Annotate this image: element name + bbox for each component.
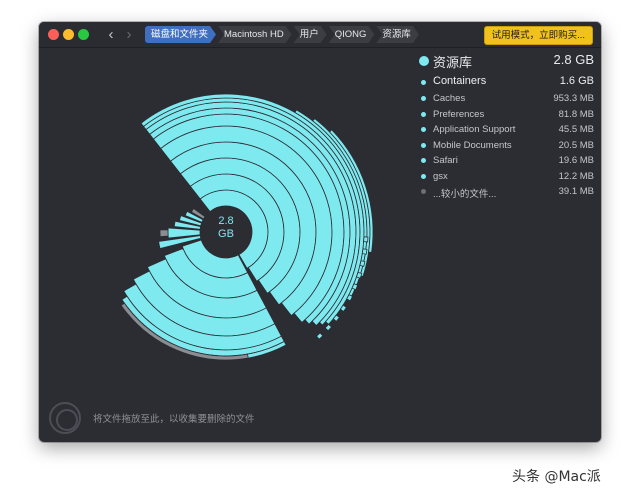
breadcrumb-disks-folders[interactable]: 磁盘和文件夹 [145, 26, 216, 43]
forward-arrow-icon[interactable]: › [121, 26, 137, 43]
legend-item-name: ...较小的文件... [433, 189, 497, 200]
legend-panel: 资源库 2.8 GB Containers 1.6 GB Caches 953.… [419, 52, 594, 200]
legend-item-dot [421, 189, 426, 194]
legend-item-size: 12.2 MB [558, 170, 594, 182]
legend-item-containers[interactable]: Containers 1.6 GB [419, 74, 594, 91]
legend-item-name: Safari [433, 155, 458, 166]
breadcrumb-qiong[interactable]: QIONG [329, 26, 375, 43]
center-unit: GB [218, 228, 234, 240]
buy-now-button[interactable]: 试用模式，立即购买... [483, 26, 593, 45]
back-arrow-icon[interactable]: ‹ [103, 26, 119, 43]
legend-item-size: 19.6 MB [558, 155, 594, 166]
legend-item-name: Caches [433, 93, 466, 104]
legend-item-caches[interactable]: Caches 953.3 MB [419, 91, 594, 107]
legend-item-name: Containers [433, 75, 487, 87]
center-value: 2.8 [218, 215, 234, 227]
collection-drop-icon[interactable] [49, 402, 81, 434]
sunburst-segment-fine[interactable] [355, 271, 363, 279]
sunburst-segment-fine[interactable] [361, 248, 368, 255]
legend-item-preferences[interactable]: Preferences 81.8 MB [419, 107, 594, 123]
breadcrumb-macintosh-hd[interactable]: Macintosh HD [218, 26, 292, 43]
legend-item-dot [421, 80, 426, 85]
watermark-text: 头条 @Mac派 [512, 469, 601, 485]
legend-item-size: 1.6 GB [559, 75, 594, 87]
sunburst-chart[interactable] [94, 82, 414, 402]
sunburst-segment-application-support-small[interactable] [159, 229, 169, 238]
legend-item-size: 20.5 MB [558, 139, 594, 151]
drop-hint-text: 将文件拖放至此，以收集要删除的文件 [93, 414, 255, 425]
close-window-button[interactable] [48, 29, 59, 40]
minimize-window-button[interactable] [63, 29, 74, 40]
sunburst-segment-fine[interactable] [324, 323, 333, 332]
sunburst-center-label: 2.8 GB [206, 215, 246, 241]
legend-item-dot [421, 173, 426, 179]
legend-header: 资源库 2.8 GB [419, 52, 594, 74]
legend-item-mobile-documents[interactable]: Mobile Documents 20.5 MB [419, 138, 594, 154]
legend-item-dot [421, 111, 426, 117]
legend-item-name: gsx [433, 170, 448, 182]
legend-item-dot [421, 96, 426, 101]
legend-item-name: Preferences [433, 108, 485, 120]
legend-item-name: Application Support [433, 124, 516, 135]
app-window: ‹ › 磁盘和文件夹 Macintosh HD 用户 QIONG 资源库 试用模… [39, 22, 601, 442]
legend-item-size: 81.8 MB [558, 108, 594, 120]
legend-item-smaller-files[interactable]: ...较小的文件... 39.1 MB [419, 184, 594, 200]
sunburst-segment-fine[interactable] [359, 260, 366, 267]
breadcrumb-users[interactable]: 用户 [294, 26, 327, 43]
legend-item-size: 39.1 MB [558, 186, 594, 197]
breadcrumb: 磁盘和文件夹 Macintosh HD 用户 QIONG 资源库 [145, 26, 421, 43]
legend-color-dot [419, 56, 429, 66]
legend-item-size: 45.5 MB [558, 124, 594, 135]
legend-item-dot [421, 158, 426, 163]
breadcrumb-library[interactable]: 资源库 [376, 26, 419, 43]
title-bar: ‹ › 磁盘和文件夹 Macintosh HD 用户 QIONG 资源库 试用模… [39, 22, 601, 48]
legend-item-safari[interactable]: Safari 19.6 MB [419, 153, 594, 169]
legend-title: 资源库 [433, 55, 473, 70]
zoom-window-button[interactable] [78, 29, 89, 40]
legend-total: 2.8 GB [553, 52, 594, 67]
sunburst-segment-fine[interactable] [315, 332, 324, 340]
legend-item-application-support[interactable]: Application Support 45.5 MB [419, 122, 594, 138]
legend-item-size: 953.3 MB [553, 93, 594, 104]
legend-item-dot [421, 127, 426, 132]
sunburst-segment-fine[interactable] [363, 236, 369, 243]
legend-item-name: Mobile Documents [433, 139, 512, 151]
legend-item-gsx[interactable]: gsx 12.2 MB [419, 169, 594, 185]
legend-item-dot [421, 142, 426, 148]
